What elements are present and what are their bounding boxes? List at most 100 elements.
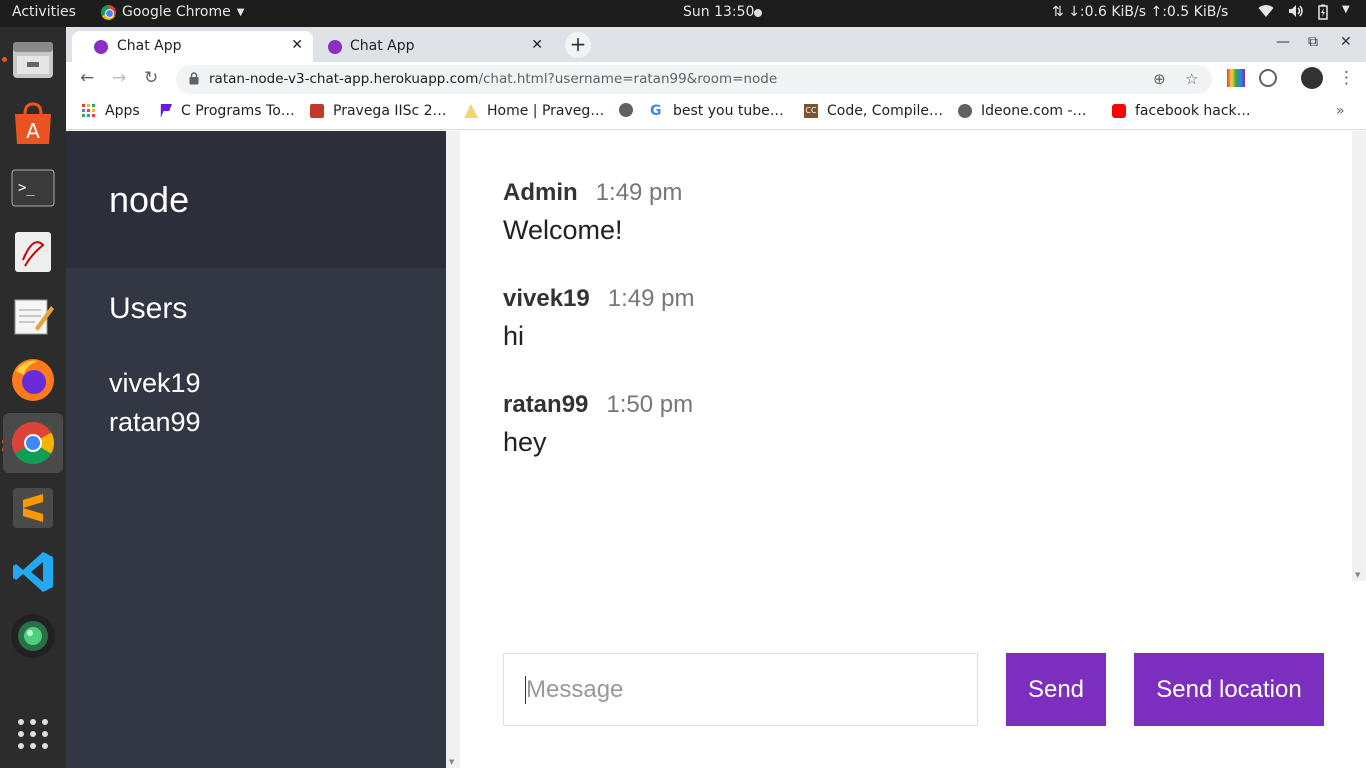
battery-icon bbox=[1318, 4, 1328, 24]
room-header: node bbox=[66, 131, 446, 268]
bookmark-label: Apps bbox=[105, 103, 140, 119]
bookmark-favicon-icon bbox=[310, 104, 324, 118]
files-icon[interactable] bbox=[9, 36, 57, 84]
scroll-down-icon[interactable]: ▼ bbox=[1355, 571, 1360, 579]
running-indicator bbox=[2, 57, 7, 62]
forward-icon[interactable]: → bbox=[112, 68, 126, 88]
message-text: hey bbox=[503, 427, 547, 457]
user-list: vivek19 ratan99 bbox=[109, 364, 201, 442]
network-speed-text: ↓:0.6 KiB/s ↑:0.5 KiB/s bbox=[1068, 4, 1229, 20]
zoom-icon[interactable]: ⊕ bbox=[1153, 70, 1166, 88]
more-bookmarks-icon[interactable]: » bbox=[1336, 103, 1345, 119]
notification-dot-icon bbox=[754, 9, 762, 17]
document-viewer-icon[interactable] bbox=[9, 228, 57, 276]
tab-favicon-icon bbox=[328, 40, 342, 54]
bookmark-label: Home | Praveg… bbox=[487, 103, 605, 119]
message-time: 1:49 pm bbox=[595, 179, 683, 206]
clock[interactable]: Sun 13:50 bbox=[683, 4, 754, 20]
tab-chat-app[interactable]: Chat App ✕ bbox=[313, 31, 553, 62]
new-tab-button[interactable]: + bbox=[565, 32, 591, 58]
message: vivek19 1:49 pm hi bbox=[503, 285, 695, 351]
scrollbar[interactable]: ▼ bbox=[446, 131, 460, 768]
send-button[interactable]: Send bbox=[1006, 653, 1106, 726]
back-icon[interactable]: ← bbox=[80, 68, 94, 88]
restore-icon[interactable]: ⧉ bbox=[1308, 34, 1318, 50]
bookmark-label: Code, Compile… bbox=[827, 103, 943, 119]
chrome-icon bbox=[101, 4, 116, 20]
bookmark-code-compile[interactable]: CC Code, Compile… bbox=[804, 103, 943, 119]
message-time: 1:49 pm bbox=[607, 285, 695, 312]
tab-favicon-icon bbox=[94, 40, 108, 54]
bookmark-favicon-icon bbox=[160, 104, 172, 118]
system-tray[interactable]: ▼ bbox=[1258, 4, 1350, 24]
address-bar[interactable]: ratan-node-v3-chat-app.herokuapp.com/cha… bbox=[176, 65, 1212, 94]
activities-button[interactable]: Activities bbox=[12, 4, 76, 20]
app-menu-label: Google Chrome bbox=[122, 4, 231, 20]
bookmark-globe[interactable] bbox=[619, 103, 633, 117]
bookmark-label: Ideone.com -… bbox=[981, 103, 1087, 119]
tab-label: Chat App bbox=[350, 38, 415, 54]
messages-scrollbar[interactable]: ▼ bbox=[1352, 131, 1366, 581]
tab-strip: Chat App ✕ Chat App ✕ + — ⧉ ✕ bbox=[66, 27, 1366, 62]
menu-kebab-icon[interactable]: ⋮ bbox=[1338, 68, 1355, 88]
bookmark-favicon-icon bbox=[464, 104, 478, 118]
svg-text:A: A bbox=[26, 119, 40, 143]
close-window-icon[interactable]: ✕ bbox=[1340, 34, 1352, 50]
chevron-down-icon: ▼ bbox=[236, 6, 245, 18]
bookmark-home-pravega[interactable]: Home | Praveg… bbox=[464, 103, 604, 119]
bookmark-c-programs[interactable]: C Programs To… bbox=[158, 103, 295, 119]
message-text: Welcome! bbox=[503, 215, 623, 245]
sublime-text-icon[interactable] bbox=[9, 484, 57, 532]
app-menu[interactable]: Google Chrome ▼ bbox=[101, 4, 244, 20]
minimize-icon[interactable]: — bbox=[1276, 34, 1290, 50]
message: Admin 1:49 pm Welcome! bbox=[503, 179, 683, 245]
room-title: node bbox=[109, 179, 190, 220]
svg-text:>_: >_ bbox=[18, 180, 35, 196]
chat-sidebar: node Users vivek19 ratan99 bbox=[66, 131, 446, 768]
bookmark-pravega[interactable]: Pravega IISc 2… bbox=[310, 103, 447, 119]
lock-icon bbox=[189, 72, 199, 85]
bookmark-youtube-search[interactable]: G best you tube… bbox=[650, 103, 784, 119]
chat-main: ▼ Admin 1:49 pm Welcome! vivek19 1:49 pm h… bbox=[446, 131, 1366, 768]
codechef-icon: CC bbox=[804, 104, 818, 118]
extension-icon[interactable] bbox=[1259, 69, 1277, 87]
globe-icon bbox=[958, 104, 972, 118]
camera-icon[interactable] bbox=[9, 612, 57, 660]
chrome-icon[interactable] bbox=[3, 413, 63, 473]
bookmark-star-icon[interactable]: ☆ bbox=[1185, 70, 1198, 88]
message-input[interactable] bbox=[503, 653, 978, 726]
tab-label: Chat App bbox=[117, 38, 182, 54]
bookmark-apps[interactable]: Apps bbox=[82, 103, 140, 119]
bookmark-label: C Programs To… bbox=[181, 103, 295, 119]
firefox-icon[interactable] bbox=[9, 356, 57, 404]
vscode-icon[interactable] bbox=[9, 548, 57, 596]
message: ratan99 1:50 pm hey bbox=[503, 391, 693, 457]
bookmark-facebook-hack[interactable]: facebook hack… bbox=[1112, 103, 1251, 119]
tab-chat-app-active[interactable]: Chat App ✕ bbox=[72, 31, 313, 62]
user-list-item: vivek19 bbox=[109, 368, 201, 398]
user-list-item: ratan99 bbox=[109, 407, 201, 437]
send-location-button[interactable]: Send location bbox=[1134, 653, 1324, 726]
bookmark-ideone[interactable]: Ideone.com -… bbox=[958, 103, 1087, 119]
close-tab-icon[interactable]: ✕ bbox=[291, 37, 303, 53]
message-username: Admin bbox=[503, 179, 578, 206]
scroll-down-icon[interactable]: ▼ bbox=[449, 758, 454, 766]
globe-icon bbox=[619, 103, 633, 117]
bookmarks-bar: Apps C Programs To… Pravega IISc 2… Home… bbox=[66, 96, 1366, 130]
apps-grid-icon bbox=[82, 104, 95, 117]
youtube-icon bbox=[1112, 104, 1126, 118]
url-host: ratan-node-v3-chat-app.herokuapp.com bbox=[209, 71, 479, 87]
reload-icon[interactable]: ↻ bbox=[144, 68, 158, 88]
software-center-icon[interactable]: A bbox=[9, 100, 57, 148]
avatar[interactable] bbox=[1301, 67, 1323, 89]
close-tab-icon[interactable]: ✕ bbox=[531, 37, 543, 53]
text-editor-icon[interactable] bbox=[9, 292, 57, 340]
bookmark-label: best you tube… bbox=[673, 103, 784, 119]
network-speed: ⇅ ↓:0.6 KiB/s ↑:0.5 KiB/s bbox=[1052, 4, 1228, 20]
color-extension-icon[interactable] bbox=[1227, 69, 1245, 87]
dock: A >_ bbox=[0, 27, 66, 768]
terminal-icon[interactable]: >_ bbox=[9, 164, 57, 212]
show-applications-icon[interactable] bbox=[9, 710, 57, 758]
message-text: hi bbox=[503, 321, 525, 351]
message-username: ratan99 bbox=[503, 391, 589, 418]
